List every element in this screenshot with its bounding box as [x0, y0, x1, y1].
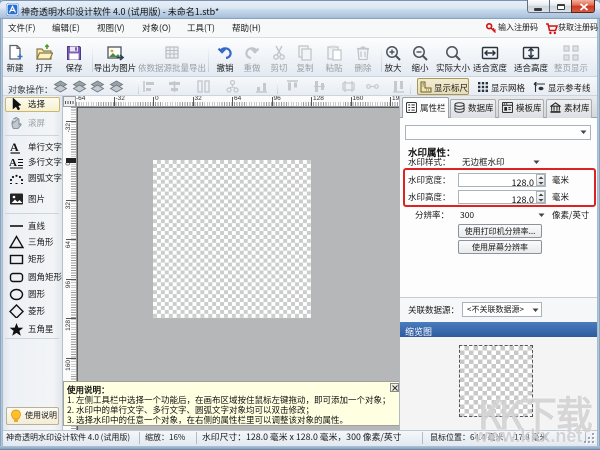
svg-text:A: A	[10, 140, 19, 154]
svg-text:A: A	[9, 157, 17, 169]
